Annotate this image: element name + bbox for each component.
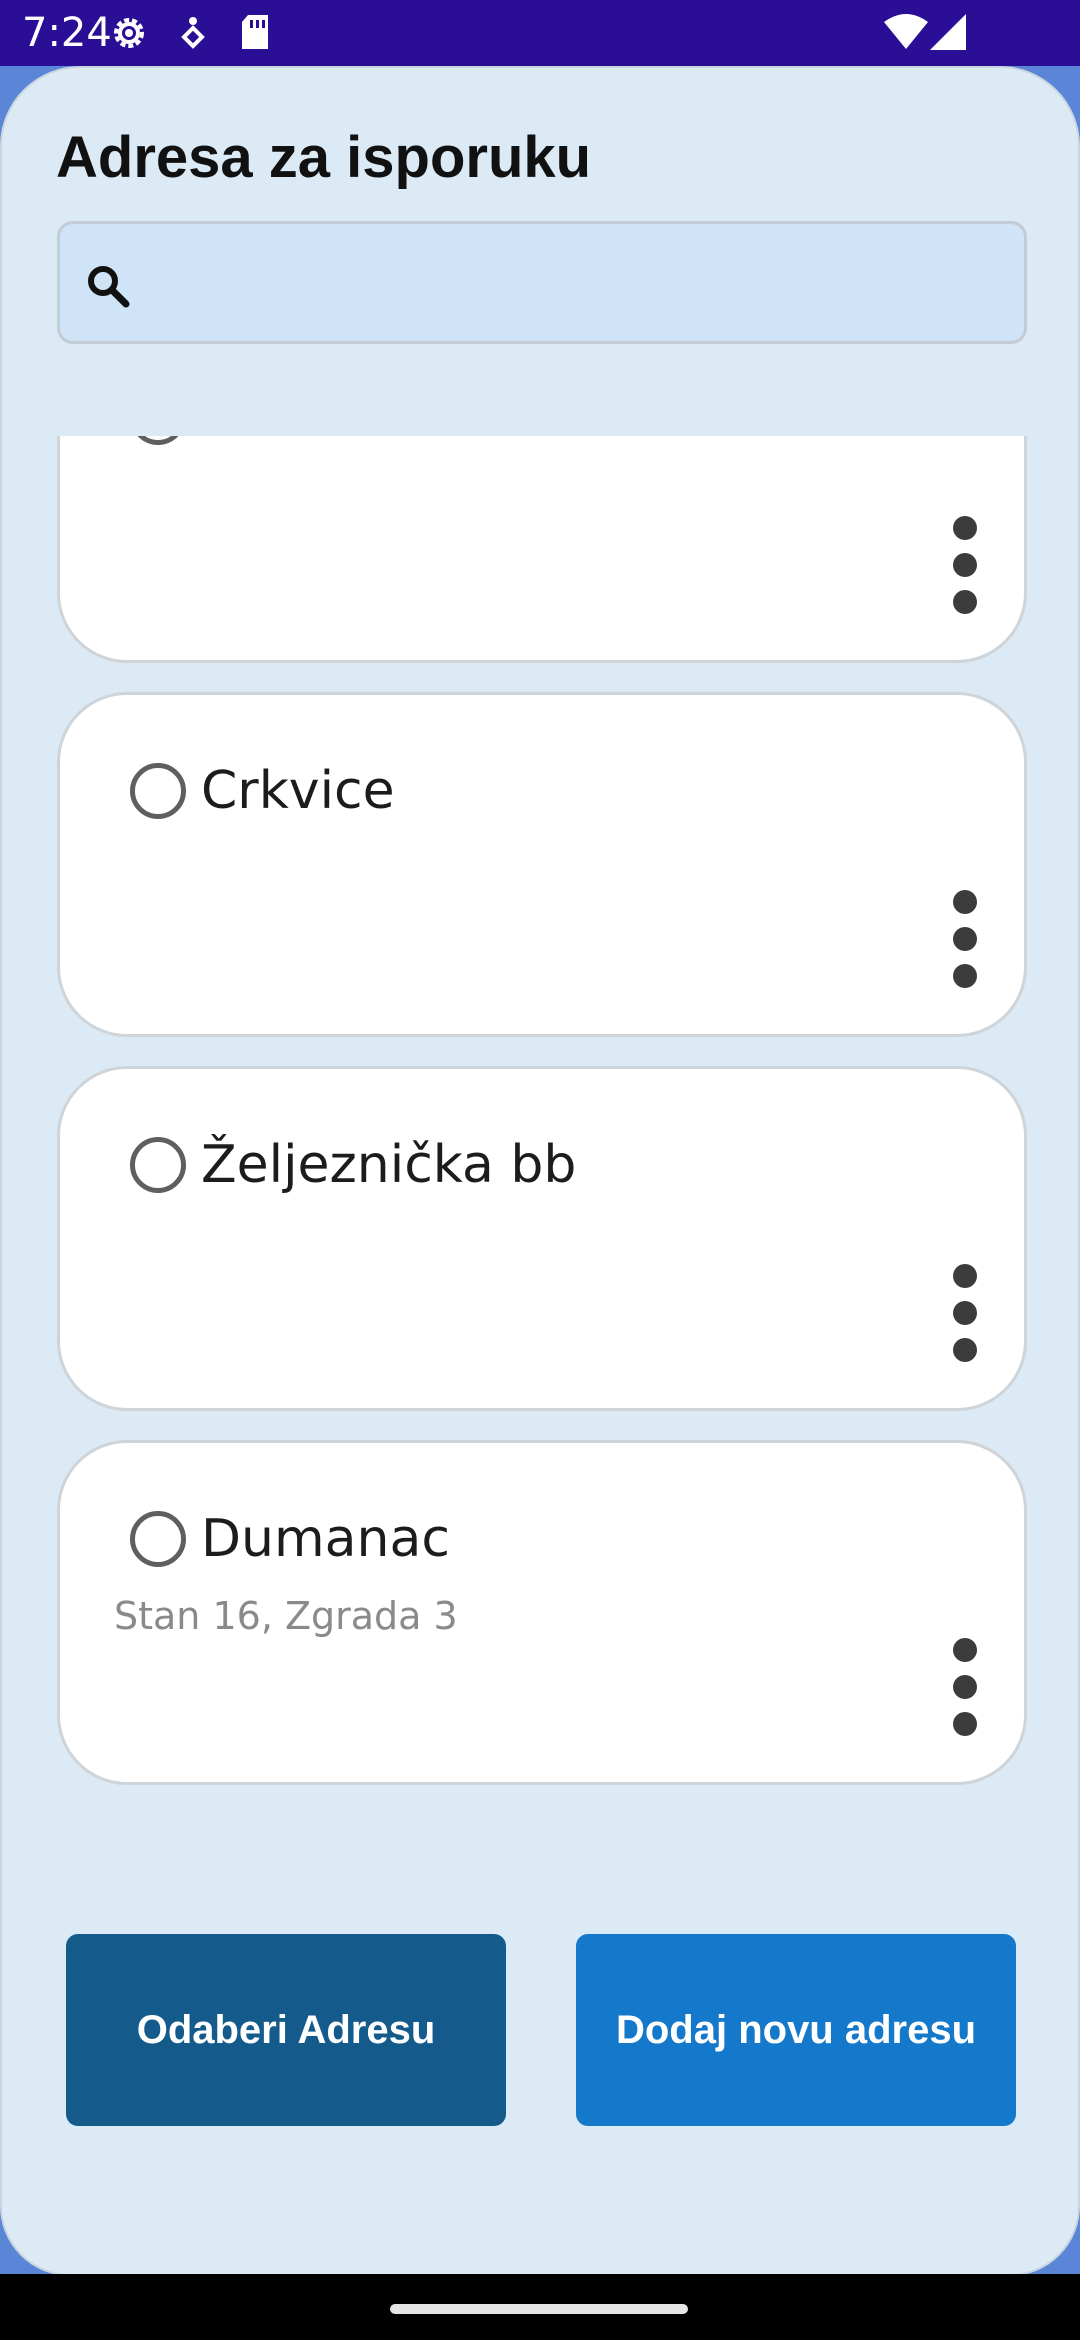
sim-card-icon [240, 14, 270, 55]
status-time: 7:24 [22, 10, 112, 56]
settings-gear-icon [110, 14, 148, 57]
address-details: Stan 16, Zgrada 3 [114, 1594, 458, 1638]
search-input[interactable] [160, 244, 1004, 326]
radio-button[interactable] [130, 1137, 186, 1193]
add-address-button[interactable]: Dodaj novu adresu [576, 1934, 1016, 2126]
more-vert-icon-dot [953, 1675, 977, 1699]
status-bar: 7:24 [0, 0, 1080, 66]
radio-button[interactable] [130, 436, 186, 445]
accessibility-icon [178, 16, 208, 57]
page-title: Adresa za isporuku [56, 125, 592, 190]
more-vert-icon-dot [953, 1301, 977, 1325]
more-vert-icon [953, 1638, 977, 1662]
more-vert-icon-dot [953, 553, 977, 577]
more-options-button[interactable] [940, 516, 990, 636]
address-title: Crkvice [201, 761, 395, 821]
more-options-button[interactable] [940, 1638, 990, 1758]
navigation-bar [0, 2274, 1080, 2340]
address-title: Željeznička bb [201, 1135, 577, 1195]
search-icon [84, 262, 132, 310]
more-vert-icon-dot [953, 964, 977, 988]
more-options-button[interactable] [940, 1264, 990, 1384]
address-title: Dumanac [201, 1509, 450, 1569]
more-vert-icon [953, 516, 977, 540]
more-vert-icon-dot [953, 590, 977, 614]
wifi-icon [884, 14, 928, 55]
address-card[interactable]: Crkvice [57, 692, 1027, 1037]
more-vert-icon-dot [953, 1338, 977, 1362]
radio-button[interactable] [130, 763, 186, 819]
home-indicator[interactable] [390, 2304, 688, 2314]
bottom-sheet: Adresa za isporuku Crkvice Željeznička b… [0, 66, 1080, 2276]
more-vert-icon-dot [953, 927, 977, 951]
address-card[interactable] [57, 436, 1027, 663]
search-box[interactable] [57, 221, 1027, 344]
more-vert-icon [953, 890, 977, 914]
radio-button[interactable] [130, 1511, 186, 1567]
select-address-button[interactable]: Odaberi Adresu [66, 1934, 506, 2126]
more-options-button[interactable] [940, 890, 990, 1010]
more-vert-icon-dot [953, 1712, 977, 1736]
cellular-signal-icon [930, 14, 966, 55]
address-list[interactable]: Crkvice Željeznička bb Dumanac Stan 16, … [2, 436, 1078, 1876]
more-vert-icon [953, 1264, 977, 1288]
address-card[interactable]: Željeznička bb [57, 1066, 1027, 1411]
address-card[interactable]: Dumanac Stan 16, Zgrada 3 [57, 1440, 1027, 1785]
